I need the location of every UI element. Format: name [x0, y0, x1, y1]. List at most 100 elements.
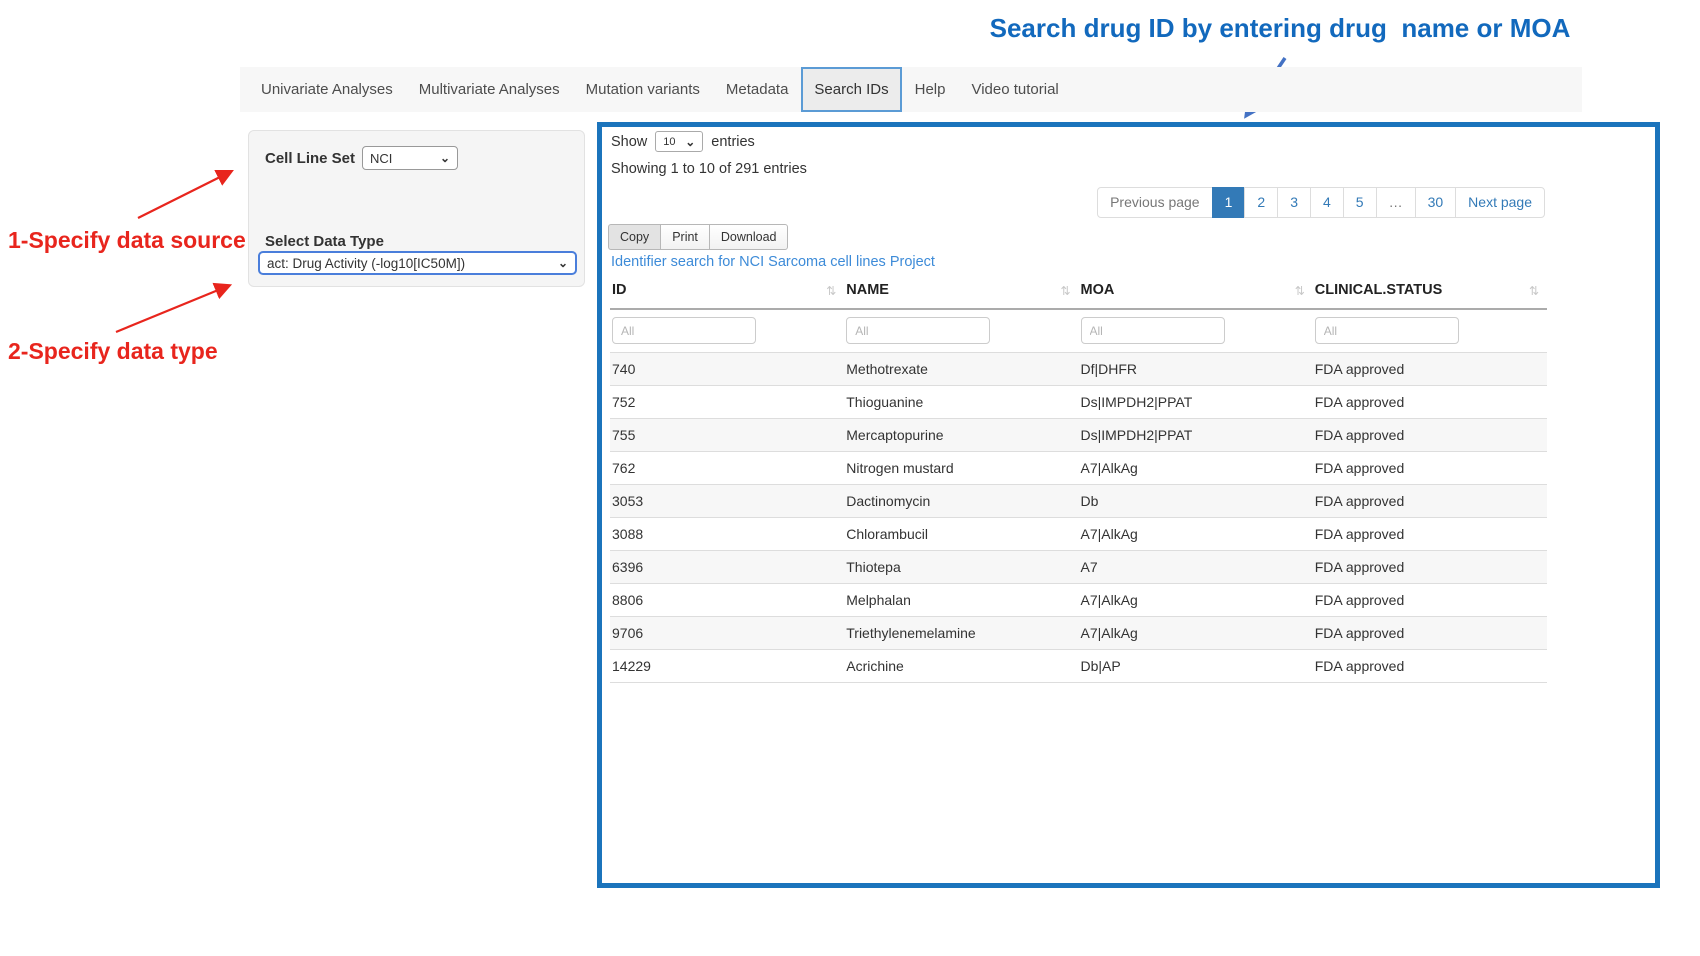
cell-moa: Ds|IMPDH2|PPAT: [1079, 419, 1313, 452]
print-button[interactable]: Print: [660, 224, 710, 250]
column-header-moa[interactable]: MOA⇅: [1079, 275, 1313, 309]
identifier-search-link[interactable]: Identifier search for NCI Sarcoma cell l…: [611, 254, 935, 270]
table-row: 752ThioguanineDs|IMPDH2|PPATFDA approved: [610, 386, 1547, 419]
copy-button[interactable]: Copy: [608, 224, 661, 250]
cell-clinical-status: FDA approved: [1313, 452, 1547, 485]
cell-moa: A7|AlkAg: [1079, 518, 1313, 551]
annotation-arrow-red1-icon: [130, 162, 242, 224]
cell-name: Mercaptopurine: [844, 419, 1078, 452]
filter-input-name[interactable]: [846, 317, 990, 344]
tab-metadata[interactable]: Metadata: [713, 67, 802, 112]
cell-id: 755: [610, 419, 844, 452]
filter-input-clinical-status[interactable]: [1315, 317, 1459, 344]
cell-line-set-label: Cell Line Set: [265, 150, 355, 167]
tab-video-tutorial[interactable]: Video tutorial: [958, 67, 1071, 112]
table-row: 3088ChlorambucilA7|AlkAgFDA approved: [610, 518, 1547, 551]
page-button-30[interactable]: 30: [1415, 187, 1457, 218]
cell-clinical-status: FDA approved: [1313, 353, 1547, 386]
data-type-label: Select Data Type: [265, 233, 384, 250]
tab-mutation-variants[interactable]: Mutation variants: [573, 67, 713, 112]
sort-icon: ⇅: [1060, 284, 1070, 298]
cell-id: 752: [610, 386, 844, 419]
cell-line-set-dropdown[interactable]: NCI ⌄: [362, 146, 458, 170]
cell-clinical-status: FDA approved: [1313, 518, 1547, 551]
tab-univariate-analyses[interactable]: Univariate Analyses: [248, 67, 406, 112]
table-row: 3053DactinomycinDbFDA approved: [610, 485, 1547, 518]
column-header-label: CLINICAL.STATUS: [1315, 282, 1443, 298]
column-header-label: NAME: [846, 282, 889, 298]
page-button-5[interactable]: 5: [1343, 187, 1377, 218]
cell-id: 14229: [610, 650, 844, 683]
data-type-dropdown[interactable]: act: Drug Activity (-log10[IC50M]) ⌄: [258, 251, 577, 275]
cell-name: Thiotepa: [844, 551, 1078, 584]
cell-moa: A7: [1079, 551, 1313, 584]
previous-page-button[interactable]: Previous page: [1097, 187, 1213, 218]
sort-icon: ⇅: [826, 284, 836, 298]
cell-name: Thioguanine: [844, 386, 1078, 419]
cell-moa: A7|AlkAg: [1079, 617, 1313, 650]
results-panel: Show 10 ⌄ entries Showing 1 to 10 of 291…: [597, 122, 1660, 888]
cell-clinical-status: FDA approved: [1313, 386, 1547, 419]
cell-line-set-value: NCI: [370, 151, 392, 166]
cell-moa: A7|AlkAg: [1079, 584, 1313, 617]
page-button-2[interactable]: 2: [1244, 187, 1278, 218]
annotation-step1: 1-Specify data source: [8, 227, 246, 254]
cell-id: 3053: [610, 485, 844, 518]
filter-input-id[interactable]: [612, 317, 756, 344]
annotation-step2: 2-Specify data type: [8, 338, 218, 365]
filter-input-moa[interactable]: [1081, 317, 1225, 344]
cell-name: Nitrogen mustard: [844, 452, 1078, 485]
cell-moa: Ds|IMPDH2|PPAT: [1079, 386, 1313, 419]
entries-label: entries: [711, 134, 755, 150]
cell-name: Dactinomycin: [844, 485, 1078, 518]
cell-clinical-status: FDA approved: [1313, 584, 1547, 617]
cell-moa: Db|AP: [1079, 650, 1313, 683]
export-buttons: CopyPrintDownload: [609, 224, 788, 250]
tab-help[interactable]: Help: [902, 67, 959, 112]
cell-clinical-status: FDA approved: [1313, 419, 1547, 452]
cell-clinical-status: FDA approved: [1313, 617, 1547, 650]
cell-clinical-status: FDA approved: [1313, 551, 1547, 584]
annotation-title: Search drug ID by entering drug name or …: [930, 13, 1630, 44]
page-button-1[interactable]: 1: [1212, 187, 1246, 218]
pagination: Previous page12345…30Next page: [1098, 187, 1545, 218]
table-row: 762Nitrogen mustardA7|AlkAgFDA approved: [610, 452, 1547, 485]
cell-id: 8806: [610, 584, 844, 617]
data-type-value: act: Drug Activity (-log10[IC50M]): [267, 256, 465, 271]
cell-id: 762: [610, 452, 844, 485]
cell-name: Acrichine: [844, 650, 1078, 683]
page-button-3[interactable]: 3: [1277, 187, 1311, 218]
cell-name: Chlorambucil: [844, 518, 1078, 551]
showing-entries-status: Showing 1 to 10 of 291 entries: [611, 161, 807, 177]
next-page-button[interactable]: Next page: [1455, 187, 1545, 218]
pagination-ellipsis: …: [1376, 187, 1416, 218]
cell-moa: A7|AlkAg: [1079, 452, 1313, 485]
navbar: Univariate AnalysesMultivariate Analyses…: [240, 67, 1582, 112]
page-button-4[interactable]: 4: [1310, 187, 1344, 218]
table-row: 14229AcrichineDb|APFDA approved: [610, 650, 1547, 683]
column-header-id[interactable]: ID ⇅: [610, 275, 844, 309]
table-row: 8806MelphalanA7|AlkAgFDA approved: [610, 584, 1547, 617]
column-header-name[interactable]: NAME ⇅: [844, 275, 1078, 309]
cell-moa: Db: [1079, 485, 1313, 518]
cell-clinical-status: FDA approved: [1313, 485, 1547, 518]
cell-name: Melphalan: [844, 584, 1078, 617]
sidebar-panel: Cell Line Set NCI ⌄ Select Data Type act…: [248, 130, 585, 287]
column-header-label: MOA: [1081, 282, 1115, 298]
sort-icon: ⇅: [1529, 284, 1539, 298]
tab-multivariate-analyses[interactable]: Multivariate Analyses: [406, 67, 573, 112]
cell-id: 6396: [610, 551, 844, 584]
tab-search-ids[interactable]: Search IDs: [801, 67, 901, 112]
cell-name: Triethylenemelamine: [844, 617, 1078, 650]
column-header-label: ID: [612, 282, 627, 298]
download-button[interactable]: Download: [709, 224, 789, 250]
show-label: Show: [611, 134, 647, 150]
chevron-down-icon: ⌄: [685, 136, 695, 148]
cell-id: 9706: [610, 617, 844, 650]
table-row: 9706TriethylenemelamineA7|AlkAgFDA appro…: [610, 617, 1547, 650]
table-row: 755MercaptopurineDs|IMPDH2|PPATFDA appro…: [610, 419, 1547, 452]
show-entries-value: 10: [663, 136, 675, 148]
column-header-clinical-status[interactable]: CLINICAL.STATUS ⇅: [1313, 275, 1547, 309]
show-entries-dropdown[interactable]: 10 ⌄: [655, 131, 703, 152]
chevron-down-icon: ⌄: [440, 152, 450, 164]
